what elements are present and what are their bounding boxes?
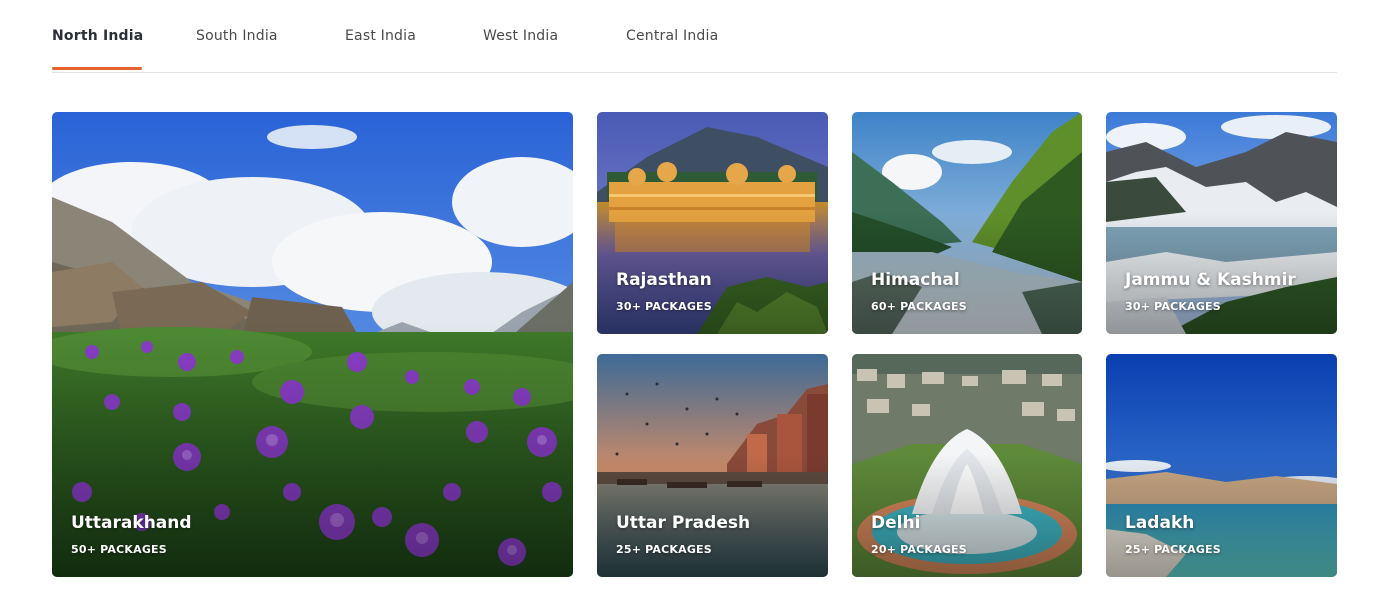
region-tabs: North India South India East India West … (52, 0, 1337, 73)
package-count: 30+ PACKAGES (616, 300, 712, 313)
destination-card-himachal[interactable]: Himachal 60+ PACKAGES (852, 112, 1082, 334)
tab-south-india[interactable]: South India (196, 28, 278, 44)
destination-name: Himachal (871, 270, 960, 290)
tab-central-india[interactable]: Central India (626, 28, 718, 44)
package-count: 25+ PACKAGES (1125, 543, 1221, 556)
destination-name: Uttar Pradesh (616, 513, 751, 533)
destination-name: Uttarakhand (71, 513, 192, 533)
tab-west-india[interactable]: West India (483, 28, 558, 44)
package-count: 20+ PACKAGES (871, 543, 967, 556)
image-overlay (52, 321, 573, 577)
destination-card-uttar-pradesh[interactable]: Uttar Pradesh 25+ PACKAGES (597, 354, 828, 577)
destination-card-uttarakhand[interactable]: Uttarakhand 50+ PACKAGES (52, 112, 573, 577)
destination-card-rajasthan[interactable]: Rajasthan 30+ PACKAGES (597, 112, 828, 334)
destination-card-ladakh[interactable]: Ladakh 25+ PACKAGES (1106, 354, 1337, 577)
destination-name: Rajasthan (616, 270, 712, 290)
package-count: 25+ PACKAGES (616, 543, 712, 556)
package-count: 60+ PACKAGES (871, 300, 967, 313)
package-count: 30+ PACKAGES (1125, 300, 1221, 313)
destination-card-delhi[interactable]: Delhi 20+ PACKAGES (852, 354, 1082, 577)
active-tab-indicator (52, 67, 142, 70)
destination-name: Delhi (871, 513, 921, 533)
tab-east-india[interactable]: East India (345, 28, 416, 44)
destination-card-jammu-kashmir[interactable]: Jammu & Kashmir 30+ PACKAGES (1106, 112, 1337, 334)
tab-north-india[interactable]: North India (52, 28, 143, 44)
package-count: 50+ PACKAGES (71, 543, 167, 556)
destination-name: Jammu & Kashmir (1125, 270, 1296, 290)
destination-name: Ladakh (1125, 513, 1195, 533)
